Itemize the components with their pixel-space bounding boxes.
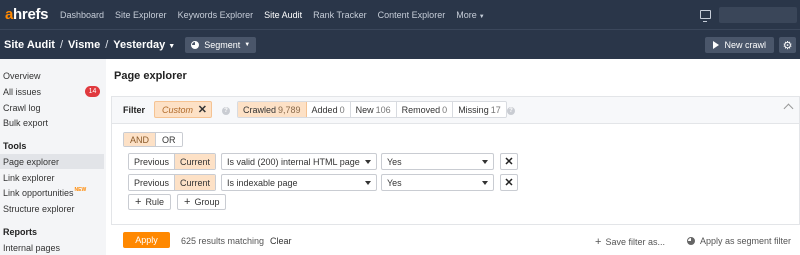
remove-rule-button[interactable]: ✕ bbox=[500, 174, 518, 191]
caret-down-icon bbox=[365, 181, 371, 185]
sidebar-item-link-opportunities[interactable]: Link opportunities NEW bbox=[0, 185, 104, 200]
sidebar-item-crawl-log[interactable]: Crawl log bbox=[0, 100, 104, 115]
segment-added[interactable]: Added 0 bbox=[306, 102, 351, 117]
add-rule-button[interactable]: + Rule bbox=[128, 194, 171, 210]
value-select[interactable]: Yes bbox=[381, 174, 494, 191]
sidebar-section-reports: Reports bbox=[3, 227, 38, 237]
previous-current-toggle: Previous Current bbox=[128, 153, 217, 170]
breadcrumb-project[interactable]: Visme bbox=[68, 39, 100, 51]
plus-icon: + bbox=[135, 196, 142, 208]
segment-removed[interactable]: Removed 0 bbox=[396, 102, 454, 117]
close-icon: ✕ bbox=[504, 177, 514, 189]
nav-keywords-explorer[interactable]: Keywords Explorer bbox=[178, 10, 254, 20]
help-icon[interactable]: ? bbox=[507, 107, 515, 115]
breadcrumb-site-audit[interactable]: Site Audit bbox=[4, 39, 55, 51]
sidebar-item-bulk-export[interactable]: Bulk export bbox=[0, 115, 104, 130]
nav-site-audit[interactable]: Site Audit bbox=[264, 10, 302, 20]
caret-down-icon: ▼ bbox=[244, 41, 251, 48]
save-filter-link[interactable]: + Save filter as... bbox=[595, 236, 665, 248]
remove-rule-button[interactable]: ✕ bbox=[500, 153, 518, 170]
new-tag: NEW bbox=[74, 186, 87, 193]
play-icon bbox=[713, 41, 720, 49]
nav-rank-tracker[interactable]: Rank Tracker bbox=[313, 10, 367, 20]
caret-down-icon: ▼ bbox=[168, 42, 176, 50]
sidebar-item-internal-pages[interactable]: Internal pages bbox=[0, 240, 104, 255]
condition-select[interactable]: Is indexable page bbox=[221, 174, 377, 191]
segment-missing[interactable]: Missing 17 bbox=[453, 102, 506, 117]
filter-header: Filter Custom ✕ ? Crawled 9,789 Added 0 Ne… bbox=[112, 97, 799, 124]
segment-crawled[interactable]: Crawled 9,789 bbox=[238, 102, 307, 117]
caret-down-icon bbox=[482, 160, 488, 164]
breadcrumb: Site Audit / Visme / Yesterday ▼ bbox=[4, 39, 175, 51]
previous-current-toggle: Previous Current bbox=[128, 174, 217, 191]
filter-rule: Previous Current bbox=[128, 153, 217, 170]
caret-down-icon bbox=[365, 160, 371, 164]
close-icon[interactable]: ✕ bbox=[198, 103, 207, 116]
sidebar-item-link-explorer[interactable]: Link explorer bbox=[0, 170, 104, 185]
value-select[interactable]: Yes bbox=[381, 153, 494, 170]
previous-button[interactable]: Previous bbox=[129, 154, 176, 169]
apply-button[interactable]: Apply bbox=[123, 232, 170, 248]
plus-icon: + bbox=[184, 196, 191, 208]
sidebar-item-page-explorer[interactable]: Page explorer bbox=[0, 154, 104, 169]
breadcrumb-separator: / bbox=[59, 38, 63, 51]
segment-new[interactable]: New 106 bbox=[350, 102, 397, 117]
new-crawl-button[interactable]: New crawl bbox=[705, 37, 774, 53]
condition-select[interactable]: Is valid (200) internal HTML page bbox=[221, 153, 377, 170]
filter-rule: Previous Current bbox=[128, 174, 217, 191]
nav-dashboard[interactable]: Dashboard bbox=[60, 10, 104, 20]
nav-content-explorer[interactable]: Content Explorer bbox=[378, 10, 446, 20]
project-header: Site Audit / Visme / Yesterday ▼ Segment … bbox=[0, 29, 800, 59]
sidebar: Overview All issues 14 Crawl log Bulk exp… bbox=[0, 59, 106, 255]
close-icon: ✕ bbox=[504, 156, 514, 168]
top-navigation: ahrefs Dashboard Site Explorer Keywords … bbox=[0, 0, 800, 29]
clear-link[interactable]: Clear bbox=[270, 236, 292, 246]
pie-chart-icon bbox=[191, 40, 200, 49]
plus-icon: + bbox=[595, 236, 602, 248]
or-button[interactable]: OR bbox=[156, 133, 182, 146]
current-button[interactable]: Current bbox=[175, 154, 216, 169]
help-icon[interactable]: ? bbox=[222, 107, 230, 115]
chevron-up-icon[interactable] bbox=[783, 103, 794, 114]
crawl-status-segments: Crawled 9,789 Added 0 New 106 Removed 0 Miss… bbox=[237, 101, 507, 118]
ahrefs-logo[interactable]: ahrefs bbox=[5, 6, 55, 23]
filter-footer: Apply 625 results matching Clear + Save f… bbox=[111, 224, 800, 255]
page-title: Page explorer bbox=[114, 70, 187, 82]
segment-button[interactable]: Segment ▼ bbox=[185, 36, 257, 53]
account-menu[interactable] bbox=[719, 6, 797, 23]
add-group-button[interactable]: + Group bbox=[177, 194, 227, 210]
results-count: 625 results matching bbox=[181, 236, 265, 246]
sidebar-item-all-issues[interactable]: All issues 14 bbox=[0, 84, 104, 99]
and-button[interactable]: AND bbox=[124, 133, 157, 146]
pie-chart-icon bbox=[687, 237, 695, 245]
nav-site-explorer[interactable]: Site Explorer bbox=[115, 10, 167, 20]
sidebar-section-tools: Tools bbox=[3, 141, 27, 151]
crawl-date-dropdown[interactable]: Yesterday ▼ bbox=[113, 39, 175, 51]
caret-down-icon bbox=[482, 181, 488, 185]
monitor-icon[interactable] bbox=[700, 10, 711, 22]
issues-count-badge: 14 bbox=[85, 86, 100, 97]
gear-icon: ⚙ bbox=[782, 39, 793, 52]
apply-as-segment-link[interactable]: Apply as segment filter bbox=[687, 236, 791, 246]
sidebar-item-structure-explorer[interactable]: Structure explorer bbox=[0, 201, 104, 216]
sidebar-item-overview[interactable]: Overview bbox=[0, 68, 104, 83]
current-button[interactable]: Current bbox=[175, 175, 216, 190]
logic-toggle: AND OR bbox=[123, 132, 183, 147]
custom-filter-chip[interactable]: Custom ✕ bbox=[154, 101, 212, 118]
breadcrumb-separator: / bbox=[105, 38, 109, 51]
caret-down-icon: ▼ bbox=[478, 13, 485, 20]
previous-button[interactable]: Previous bbox=[129, 175, 176, 190]
filter-label: Filter bbox=[123, 105, 146, 115]
settings-button[interactable]: ⚙ bbox=[779, 37, 796, 53]
nav-more[interactable]: More ▼ bbox=[456, 10, 484, 20]
